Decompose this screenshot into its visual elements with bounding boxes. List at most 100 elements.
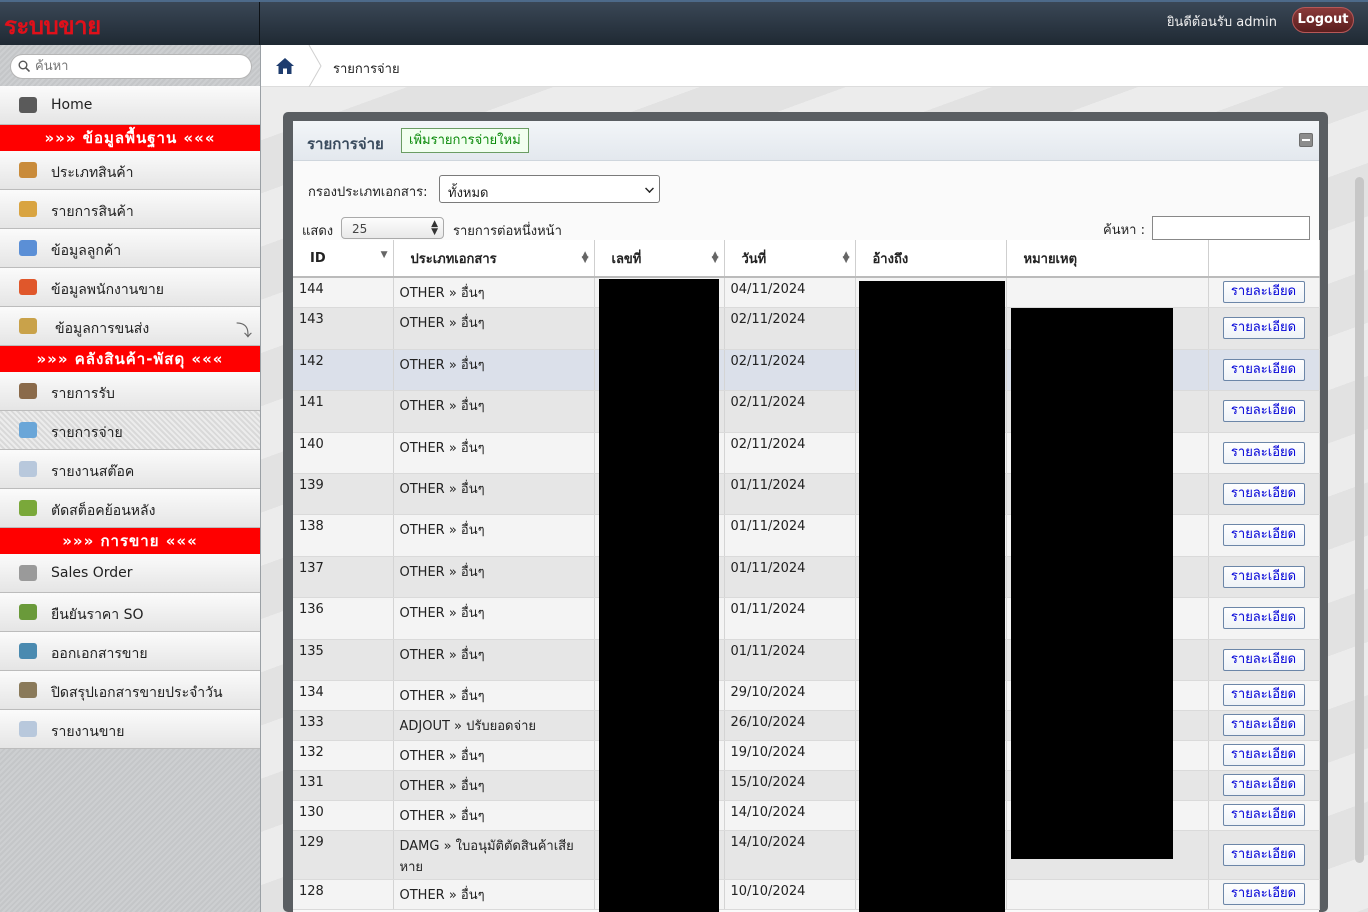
detail-button[interactable]: รายละเอียด — [1222, 358, 1305, 381]
table-row[interactable]: 144 OTHER » อื่นๆ 04/11/2024 รายละเอียด — [293, 277, 1320, 308]
sidebar-search-input[interactable] — [35, 57, 245, 76]
sidebar-search[interactable] — [10, 54, 252, 79]
receive-icon — [19, 383, 37, 399]
sidebar-item[interactable]: รายการจ่าย — [0, 411, 260, 450]
sidebar-item-label: รายการรับ — [51, 386, 115, 402]
panel-title: รายการจ่าย — [307, 135, 384, 153]
sidebar-item[interactable]: ปิดสรุปเอกสารขายประจำวัน — [0, 671, 260, 710]
cell-doc-type: OTHER » อื่นๆ — [393, 879, 595, 910]
cell-doc-type: OTHER » อื่นๆ — [393, 740, 595, 771]
detail-button[interactable]: รายละเอียด — [1222, 883, 1305, 905]
sidebar-item[interactable]: ข้อมูลลูกค้า — [0, 229, 260, 268]
cell-date: 01/11/2024 — [724, 556, 856, 598]
cell-note — [1006, 879, 1209, 910]
cell-actions: รายละเอียด — [1208, 390, 1320, 433]
table-row[interactable]: 128 OTHER » อื่นๆ 10/10/2024 รายละเอียด — [293, 879, 1320, 910]
detail-button[interactable]: รายละเอียด — [1222, 317, 1305, 339]
truck-icon — [19, 318, 37, 334]
col-header-note[interactable]: หมายเหตุ — [1006, 240, 1209, 278]
detail-button[interactable]: รายละเอียด — [1222, 281, 1305, 304]
table-search-label: ค้นหา : — [1103, 223, 1145, 238]
sidebar-item[interactable]: ข้อมูลการขนส่ง ⤵ — [0, 307, 260, 346]
cell-doc-type: OTHER » อื่นๆ — [393, 307, 595, 350]
boxes-icon — [19, 162, 37, 178]
cell-id: 128 — [293, 879, 394, 910]
cell-id: 136 — [293, 597, 394, 640]
detail-button[interactable]: รายละเอียด — [1222, 714, 1305, 736]
cell-date: 14/10/2024 — [724, 800, 856, 831]
cell-actions: รายละเอียด — [1208, 556, 1320, 598]
cell-id: 132 — [293, 740, 394, 771]
logout-button[interactable]: Logout — [1292, 7, 1354, 33]
detail-button[interactable]: รายละเอียด — [1222, 565, 1305, 588]
sidebar-item-label: รายงานสต๊อค — [51, 464, 135, 480]
sidebar-item-label: รายงานขาย — [51, 724, 125, 740]
cell-actions: รายละเอียด — [1208, 597, 1320, 640]
cell-date: 26/10/2024 — [724, 710, 856, 741]
sidebar-item[interactable]: รายงานสต๊อค — [0, 450, 260, 489]
cell-doc-type: OTHER » อื่นๆ — [393, 277, 595, 308]
sidebar-item[interactable]: ประเภทสินค้า — [0, 151, 260, 190]
detail-button[interactable]: รายละเอียด — [1222, 744, 1305, 766]
detail-button[interactable]: รายละเอียด — [1222, 804, 1305, 826]
helmet-icon — [19, 97, 37, 113]
col-header-date[interactable]: วันที่ ▲ ▼ — [724, 240, 856, 278]
content-area: รายการจ่าย เพิ่มรายการจ่ายใหม่ กรองประเภ… — [261, 87, 1368, 912]
sidebar-menu: Home »»» ข้อมูลพื้นฐาน ««« ประเภทสินค้า ราย… — [0, 86, 260, 749]
page-size-select[interactable]: 25 ▲ ▼ — [341, 217, 444, 239]
cell-actions: รายละเอียด — [1208, 680, 1320, 711]
document-type-select[interactable]: ทั้งหมด — [439, 175, 660, 203]
sidebar-item-label: ประเภทสินค้า — [51, 165, 134, 181]
per-page-label: รายการต่อหนึ่งหน้า — [453, 224, 562, 239]
detail-button[interactable]: รายละเอียด — [1222, 524, 1305, 546]
col-header-reference[interactable]: อ้างถึง — [855, 240, 1007, 278]
cell-doc-type: OTHER » อื่นๆ — [393, 680, 595, 711]
sidebar-item[interactable]: รายการสินค้า — [0, 190, 260, 229]
cell-id: 142 — [293, 349, 394, 391]
cell-date: 29/10/2024 — [724, 680, 856, 711]
breadcrumb-separator — [308, 45, 322, 87]
cell-actions: รายละเอียด — [1208, 349, 1320, 391]
sidebar-item[interactable]: ออกเอกสารขาย — [0, 632, 260, 671]
sidebar-item-label: ยืนยันราคา SO — [51, 607, 144, 623]
detail-button[interactable]: รายละเอียด — [1222, 607, 1305, 629]
detail-button[interactable]: รายละเอียด — [1222, 843, 1305, 866]
cell-id: 129 — [293, 830, 394, 880]
sidebar-item[interactable]: ยืนยันราคา SO — [0, 593, 260, 632]
collapse-icon[interactable] — [1299, 133, 1313, 147]
cell-date: 01/11/2024 — [724, 639, 856, 681]
sidebar-item[interactable]: ข้อมูลพนักงานขาย — [0, 268, 260, 307]
sidebar-item-label: ข้อมูลการขนส่ง — [55, 321, 150, 337]
detail-button[interactable]: รายละเอียด — [1222, 400, 1305, 422]
detail-button[interactable]: รายละเอียด — [1222, 648, 1305, 671]
sidebar-item[interactable]: Sales Order — [0, 554, 260, 593]
expand-arrow-icon[interactable]: ⤵ — [236, 317, 252, 341]
detail-button[interactable]: รายละเอียด — [1222, 684, 1305, 706]
panel-header: รายการจ่าย เพิ่มรายการจ่ายใหม่ — [293, 121, 1319, 161]
issue-icon — [19, 422, 37, 438]
cell-actions: รายละเอียด — [1208, 277, 1320, 308]
sidebar-item[interactable]: รายงานขาย — [0, 710, 260, 749]
add-issue-button[interactable]: เพิ่มรายการจ่ายใหม่ — [401, 128, 529, 153]
detail-button[interactable]: รายละเอียด — [1222, 482, 1305, 505]
col-header-number[interactable]: เลขที่ ▲ ▼ — [594, 240, 725, 278]
cell-doc-type: OTHER » อื่นๆ — [393, 800, 595, 831]
page-size-value: 25 — [352, 222, 368, 236]
cell-doc-type: OTHER » อื่นๆ — [393, 432, 595, 474]
col-header-type[interactable]: ประเภทเอกสาร ▲ ▼ — [393, 240, 595, 278]
cell-actions: รายละเอียด — [1208, 514, 1320, 557]
section-header: »»» คลังสินค้า-พัสดุ ««« — [0, 346, 260, 372]
col-header-id[interactable]: ID ▼ — [293, 240, 394, 278]
sort-icon: ▲ ▼ — [842, 250, 850, 265]
sidebar-item[interactable]: รายการรับ — [0, 372, 260, 411]
detail-button[interactable]: รายละเอียด — [1222, 441, 1305, 464]
detail-button[interactable]: รายละเอียด — [1222, 774, 1305, 796]
cell-doc-type: OTHER » อื่นๆ — [393, 597, 595, 640]
table-search-input[interactable] — [1152, 216, 1310, 240]
sidebar-item-label: Home — [51, 97, 93, 113]
section-header: »»» การขาย ««« — [0, 528, 260, 554]
sidebar-item[interactable]: ตัดสต็อคย้อนหลัง — [0, 489, 260, 528]
home-icon[interactable] — [275, 56, 295, 76]
page-scrollbar[interactable] — [1355, 177, 1364, 863]
sidebar-item[interactable]: Home — [0, 86, 260, 125]
